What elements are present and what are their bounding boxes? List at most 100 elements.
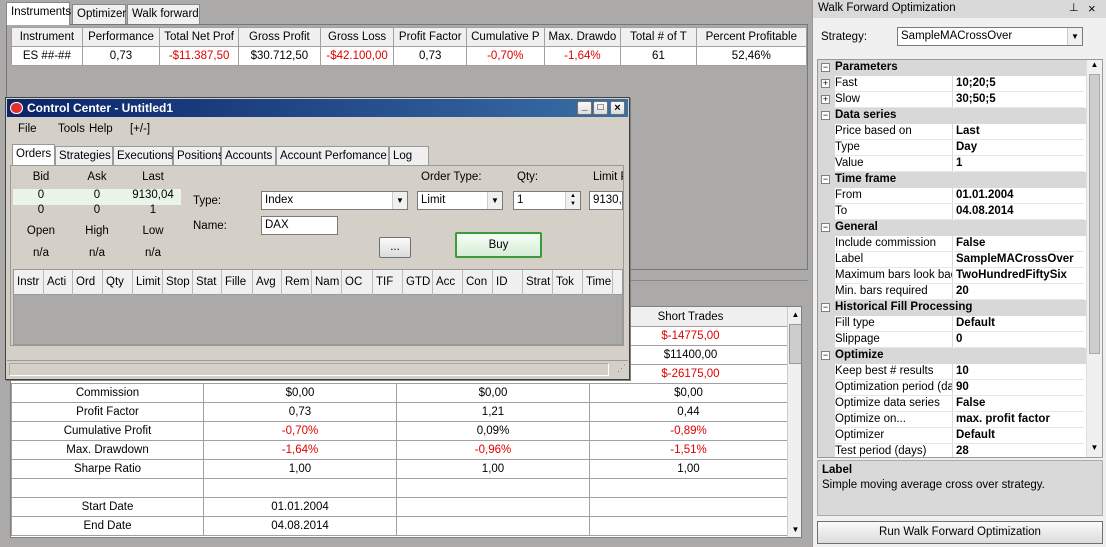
property-row[interactable]: Value 1	[818, 156, 1088, 172]
property-value[interactable]: 0	[954, 332, 1084, 348]
column-header[interactable]: Con	[463, 270, 493, 295]
expand-icon[interactable]: +	[821, 79, 830, 88]
property-category[interactable]: − Historical Fill Processing	[818, 300, 1088, 316]
collapse-icon[interactable]: −	[821, 175, 830, 184]
column-header[interactable]: Gross Loss	[319, 27, 395, 47]
column-header[interactable]: Acti	[44, 270, 73, 295]
column-header[interactable]: Qty	[103, 270, 133, 295]
property-row[interactable]: Keep best # results 10	[818, 364, 1088, 380]
menu-item[interactable]: [+/-]	[130, 123, 150, 135]
property-value[interactable]: 10;20;5	[954, 76, 1084, 92]
property-row[interactable]: Min. bars required 20	[818, 284, 1088, 300]
column-header[interactable]: Nam	[312, 270, 342, 295]
column-header[interactable]: Avg	[253, 270, 282, 295]
tab-optimizer[interactable]: Optimizer	[72, 4, 126, 24]
column-header[interactable]: Limit	[133, 270, 163, 295]
scroll-down-icon[interactable]: ▼	[788, 522, 801, 537]
property-value[interactable]: TwoHundredFiftySix	[954, 268, 1084, 284]
property-row[interactable]: Price based on Last	[818, 124, 1088, 140]
property-row[interactable]: Optimizer Default	[818, 428, 1088, 444]
property-category[interactable]: − General	[818, 220, 1088, 236]
table-row[interactable]: Sharpe Ratio 1,00 1,00 1,00	[11, 459, 788, 479]
property-row[interactable]: From 01.01.2004	[818, 188, 1088, 204]
column-header[interactable]: GTD	[403, 270, 433, 295]
table-row[interactable]: Commission $0,00 $0,00 $0,00	[11, 383, 788, 403]
collapse-icon[interactable]: −	[821, 351, 830, 360]
chevron-down-icon[interactable]: ▼	[1067, 28, 1082, 45]
maximize-icon[interactable]: □	[593, 101, 608, 115]
column-header[interactable]: ID	[493, 270, 523, 295]
property-value[interactable]: 30;50;5	[954, 92, 1084, 108]
property-value[interactable]: 1	[954, 156, 1084, 172]
property-value[interactable]: False	[954, 396, 1084, 412]
property-value[interactable]: max. profit factor	[954, 412, 1084, 428]
column-header[interactable]: Time	[583, 270, 613, 295]
column-header[interactable]: Total # of T	[620, 27, 697, 47]
tab-positions[interactable]: Positions	[173, 146, 224, 166]
scroll-thumb[interactable]	[789, 324, 801, 364]
name-input[interactable]: DAX	[261, 216, 338, 235]
column-header[interactable]: Stop	[163, 270, 193, 295]
column-header[interactable]: Tok	[553, 270, 583, 295]
property-row[interactable]: + Fast 10;20;5	[818, 76, 1088, 92]
property-row[interactable]: Include commission False	[818, 236, 1088, 252]
property-row[interactable]: Optimize on... max. profit factor	[818, 412, 1088, 428]
property-row[interactable]: Slippage 0	[818, 332, 1088, 348]
pgrid-scrollbar[interactable]: ▲ ▼	[1086, 60, 1102, 457]
property-value[interactable]: 20	[954, 284, 1084, 300]
column-header[interactable]: Max. Drawdo	[543, 27, 622, 47]
column-header[interactable]: Strat	[523, 270, 553, 295]
column-header[interactable]: Fille	[222, 270, 253, 295]
property-row[interactable]: Fill type Default	[818, 316, 1088, 332]
property-value[interactable]: 28	[954, 444, 1084, 457]
property-category[interactable]: − Time frame	[818, 172, 1088, 188]
tab-account-perfomance[interactable]: Account Perfomance	[276, 146, 389, 166]
property-row[interactable]: Optimize data series False	[818, 396, 1088, 412]
table-row[interactable]	[11, 478, 788, 498]
menu-item[interactable]: Help	[89, 123, 113, 135]
type-select[interactable]: Index ▼	[261, 191, 408, 210]
column-header[interactable]: Ord	[73, 270, 103, 295]
property-value[interactable]: 10	[954, 364, 1084, 380]
column-header[interactable]: Performance	[81, 27, 161, 47]
column-header[interactable]: TIF	[373, 270, 403, 295]
column-header[interactable]: Total Net Prof	[159, 27, 239, 47]
close-icon[interactable]: ×	[610, 101, 625, 115]
summary-data-row[interactable]: ES ##-## 0,73 -$11.387,50 $30.712,50 -$42.10…	[11, 46, 808, 66]
column-header[interactable]: Cumulative P	[466, 27, 545, 47]
table-row[interactable]: Cumulative Profit -0,70% 0,09% -0,89%	[11, 421, 788, 441]
property-row[interactable]: Maximum bars look bac TwoHundredFiftySix	[818, 268, 1088, 284]
property-value[interactable]: Day	[954, 140, 1084, 156]
tab-strategies[interactable]: Strategies	[55, 146, 113, 166]
property-value[interactable]: 01.01.2004	[954, 188, 1084, 204]
tab-log[interactable]: Log	[389, 146, 429, 166]
collapse-icon[interactable]: −	[821, 63, 830, 72]
property-row[interactable]: To 04.08.2014	[818, 204, 1088, 220]
scroll-thumb[interactable]	[1089, 74, 1100, 354]
tab-orders[interactable]: Orders	[12, 144, 55, 166]
scroll-up-icon[interactable]: ▲	[788, 307, 801, 323]
column-header[interactable]: Acc	[433, 270, 463, 295]
property-row[interactable]: Optimization period (da 90	[818, 380, 1088, 396]
column-header[interactable]: Instr	[14, 270, 44, 295]
property-value[interactable]: 90	[954, 380, 1084, 396]
tab-executions[interactable]: Executions	[113, 146, 173, 166]
property-value[interactable]: Default	[954, 428, 1084, 444]
column-header[interactable]: OC	[342, 270, 373, 295]
column-header[interactable]: Instrument	[11, 27, 83, 47]
property-value[interactable]: False	[954, 236, 1084, 252]
scroll-up-icon[interactable]: ▲	[1087, 60, 1102, 74]
property-row[interactable]: Test period (days) 28	[818, 444, 1088, 457]
collapse-icon[interactable]: −	[821, 111, 830, 120]
resize-grip-icon[interactable]: ⋰	[617, 363, 626, 374]
run-walk-forward-button[interactable]: Run Walk Forward Optimization	[817, 521, 1103, 544]
property-value[interactable]: 04.08.2014	[954, 204, 1084, 220]
tab-instruments[interactable]: Instruments	[6, 2, 71, 25]
tab-accounts[interactable]: Accounts	[221, 146, 276, 166]
more-button[interactable]: ...	[379, 237, 411, 258]
quantity-stepper[interactable]: 1 ▲ ▼	[513, 191, 581, 210]
menu-item[interactable]: Tools	[58, 123, 85, 135]
property-value[interactable]: Default	[954, 316, 1084, 332]
property-category[interactable]: − Parameters	[818, 60, 1088, 76]
order-type-select[interactable]: Limit ▼	[417, 191, 503, 210]
